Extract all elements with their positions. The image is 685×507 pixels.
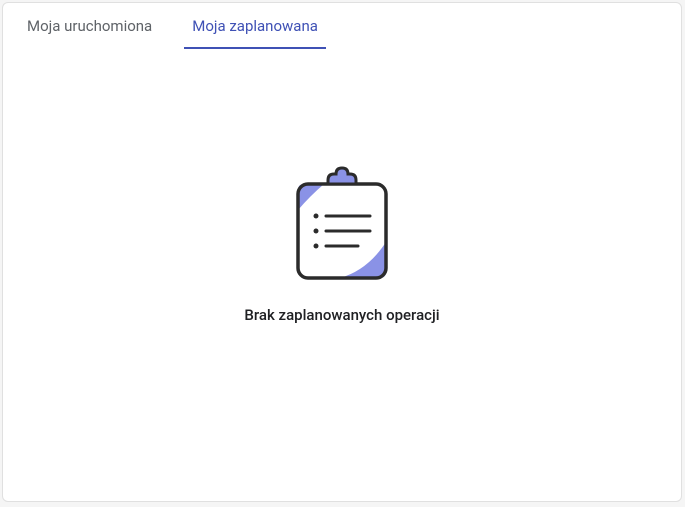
tab-scheduled[interactable]: Moja zaplanowana: [184, 3, 326, 49]
operations-panel: Moja uruchomiona Moja zaplanowana Brak z…: [2, 2, 682, 502]
tab-bar: Moja uruchomiona Moja zaplanowana: [3, 3, 681, 49]
tab-running[interactable]: Moja uruchomiona: [19, 3, 160, 49]
empty-state-message: Brak zaplanowanych operacji: [244, 306, 439, 324]
empty-state: Brak zaplanowanych operacji: [3, 49, 681, 501]
clipboard-icon: [288, 166, 396, 286]
